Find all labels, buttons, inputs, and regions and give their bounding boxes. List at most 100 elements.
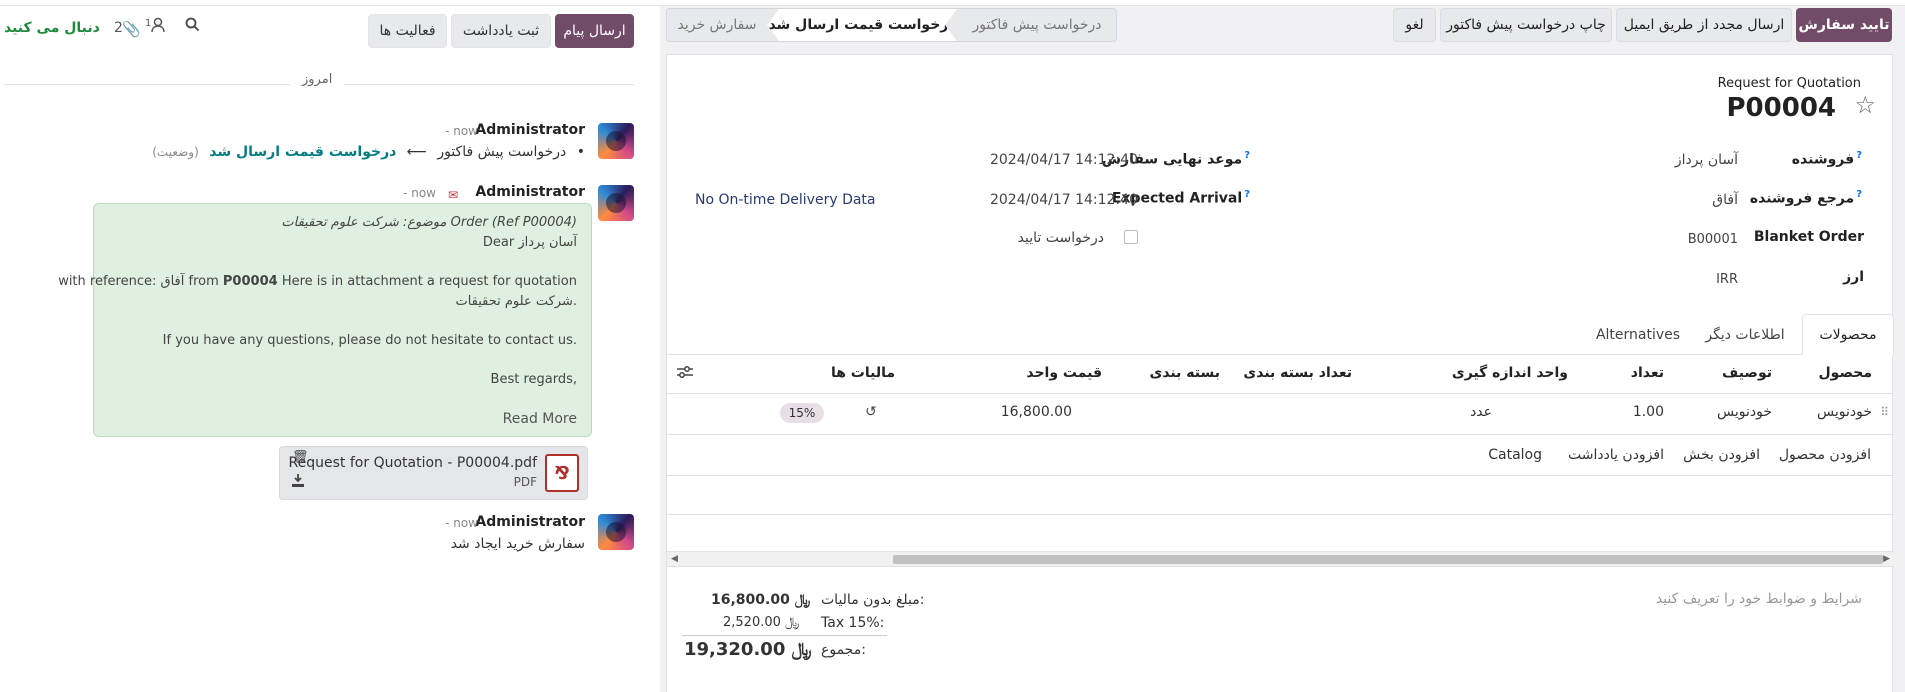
col-packaging-qty[interactable]: تعداد بسته بندی	[1243, 365, 1352, 381]
email-body-line: Best regards,	[490, 372, 577, 387]
vendor-field[interactable]: آسان پرداز	[1675, 152, 1738, 168]
activities-button[interactable]: فعالیت ها	[368, 14, 447, 48]
col-taxes[interactable]: مالیات ها	[831, 365, 895, 381]
tax-amount: 2,520.00 ﷼	[723, 615, 800, 630]
search-icon[interactable]	[185, 17, 200, 36]
scroll-left-icon[interactable]: ◀	[671, 554, 678, 564]
pdf-icon: ⅋	[545, 454, 579, 492]
scroll-right-icon[interactable]: ▶	[1883, 554, 1890, 564]
follow-status[interactable]: دنبال می کنید	[4, 20, 100, 36]
download-icon[interactable]	[292, 474, 304, 491]
untaxed-label: مبلغ بدون مالیات:	[821, 592, 925, 608]
attachment-name: Request for Quotation - P00004.pdf	[288, 455, 537, 471]
read-more-link[interactable]: Read More	[503, 411, 577, 427]
vendor-ref-label: مرجع فروشنده?	[1749, 189, 1862, 207]
trash-icon[interactable]: 🗑	[292, 450, 309, 465]
message-author: Administrator	[475, 184, 585, 200]
attachment-type: PDF	[513, 475, 537, 489]
tax-label: Tax 15%:	[821, 615, 885, 631]
catalog-link[interactable]: Catalog	[1488, 447, 1542, 463]
drag-handle-icon[interactable]: ⠿	[1880, 405, 1889, 419]
tab-other-info[interactable]: اطلاعات دیگر	[1690, 314, 1800, 355]
blanket-order-field[interactable]: B00001	[1688, 232, 1738, 247]
stage-rfq-sent[interactable]: درخواست قیمت ارسال شد	[767, 9, 957, 41]
form-sheet: Request for Quotation ☆ P00004 فروشنده? …	[666, 54, 1894, 692]
cell-unit-price[interactable]: 16,800.00	[1001, 404, 1072, 420]
tracking-new-value: درخواست قیمت ارسال شد	[209, 144, 397, 160]
vendor-ref-field[interactable]: آفاق	[1712, 192, 1738, 208]
send-message-button[interactable]: ارسال پیام	[555, 14, 634, 48]
tab-alternatives[interactable]: Alternatives	[1586, 314, 1690, 355]
col-uom[interactable]: واحد اندازه گیری	[1452, 365, 1568, 381]
message-time: - now	[445, 124, 478, 138]
message-time: - now	[445, 516, 478, 530]
tax-badge[interactable]: 15%	[780, 403, 824, 423]
confirm-order-button[interactable]: تایید سفارش	[1796, 8, 1892, 42]
order-deadline-field[interactable]: 2024/04/17 14:12:40	[990, 152, 1138, 168]
email-body-line: شرکت علوم تحقیقات.	[455, 294, 577, 309]
history-icon[interactable]: ↺	[865, 404, 877, 420]
print-rfq-button[interactable]: چاپ درخواست پیش فاکتور	[1440, 8, 1612, 42]
add-product-link[interactable]: افزودن محصول	[1779, 447, 1871, 463]
log-note-button[interactable]: ثبت یادداشت	[451, 14, 551, 48]
vendor-label: فروشنده?	[1791, 150, 1862, 168]
avatar	[598, 514, 634, 550]
expected-arrival-field[interactable]: 2024/04/17 14:12:40	[990, 192, 1138, 208]
attachment-card[interactable]: ⅋ Request for Quotation - P00004.pdf PDF…	[279, 446, 588, 500]
cell-description[interactable]: خودنویس	[1717, 404, 1772, 420]
col-quantity[interactable]: تعداد	[1631, 365, 1664, 381]
totals-divider	[682, 635, 887, 636]
untaxed-amount: 16,800.00 ﷼	[711, 592, 811, 608]
stage-rfq[interactable]: درخواست پیش فاکتور	[957, 9, 1116, 41]
currency-field[interactable]: IRR	[1716, 272, 1738, 287]
tabs-bar: محصولات اطلاعات دیگر Alternatives	[667, 314, 1894, 355]
resend-email-button[interactable]: ارسال مجدد از طریق ایمیل	[1616, 8, 1792, 42]
stage-purchase-order[interactable]: سفارش خرید	[667, 9, 767, 41]
tracking-old-value: درخواست پیش فاکتور	[437, 144, 567, 160]
column-settings-icon[interactable]	[677, 365, 693, 383]
col-packaging[interactable]: بسته بندی	[1150, 365, 1220, 381]
horizontal-scrollbar[interactable]: ◀ ▶	[667, 551, 1894, 566]
arrow-icon: ⟵	[406, 144, 427, 160]
message-text: سفارش خرید ایجاد شد	[450, 536, 585, 552]
paperclip-icon[interactable]: 📎	[122, 20, 141, 38]
cell-uom[interactable]: عدد	[1470, 404, 1492, 420]
row-divider	[667, 475, 1894, 476]
scrollbar-thumb[interactable]	[893, 555, 1883, 564]
cancel-button[interactable]: لغو	[1393, 8, 1436, 42]
table-header-divider	[667, 393, 1894, 394]
envelope-icon: ✉	[447, 188, 458, 202]
cell-product[interactable]: خودنویس	[1817, 404, 1872, 420]
ack-checkbox[interactable]	[1124, 230, 1138, 244]
message-author: Administrator	[475, 514, 585, 530]
ontime-delivery-info: No On-time Delivery Data	[695, 192, 876, 208]
blanket-order-label: Blanket Order	[1753, 229, 1864, 245]
email-message: موضوع: شرکت علوم تحقیقات Order (Ref P000…	[58, 203, 592, 437]
row-divider	[667, 434, 1894, 435]
tab-products[interactable]: محصولات	[1802, 314, 1894, 355]
add-note-link[interactable]: افزودن یادداشت	[1568, 447, 1664, 463]
email-greeting: Dear آسان پرداز	[482, 235, 577, 250]
email-body-line: with reference: آفاق from P00004 Here is…	[58, 274, 577, 289]
document-type: Request for Quotation	[1717, 76, 1861, 91]
row-divider	[667, 514, 1894, 515]
col-product[interactable]: محصول	[1819, 365, 1872, 381]
tracking-line: • درخواست پیش فاکتور ⟵ درخواست قیمت ارسا…	[152, 144, 585, 160]
cell-quantity[interactable]: 1.00	[1633, 404, 1664, 420]
user-icon[interactable]	[151, 17, 165, 37]
date-separator-label: امروز	[290, 72, 345, 87]
add-section-link[interactable]: افزودن بخش	[1683, 447, 1760, 463]
star-icon[interactable]: ☆	[1854, 91, 1876, 119]
avatar	[598, 185, 634, 221]
chatter-panel: دنبال می کنید 2 📎 1 فعالیت ها ثبت یادداش…	[0, 6, 660, 692]
message-author: Administrator	[475, 122, 585, 138]
total-amount: 19,320.00 ﷼	[684, 639, 812, 660]
order-number: P00004	[1726, 93, 1836, 123]
email-body-line: If you have any questions, please do not…	[162, 333, 577, 348]
col-description[interactable]: توصیف	[1722, 365, 1772, 381]
col-unit-price[interactable]: قیمت واحد	[1026, 365, 1102, 381]
avatar	[598, 123, 634, 159]
status-bar: سفارش خرید درخواست قیمت ارسال شد درخواست…	[666, 8, 1117, 42]
terms-input[interactable]: شرایط و ضوابط خود را تعریف کنید	[1656, 591, 1862, 607]
email-subject: موضوع: شرکت علوم تحقیقات Order (Ref P000…	[281, 215, 577, 230]
